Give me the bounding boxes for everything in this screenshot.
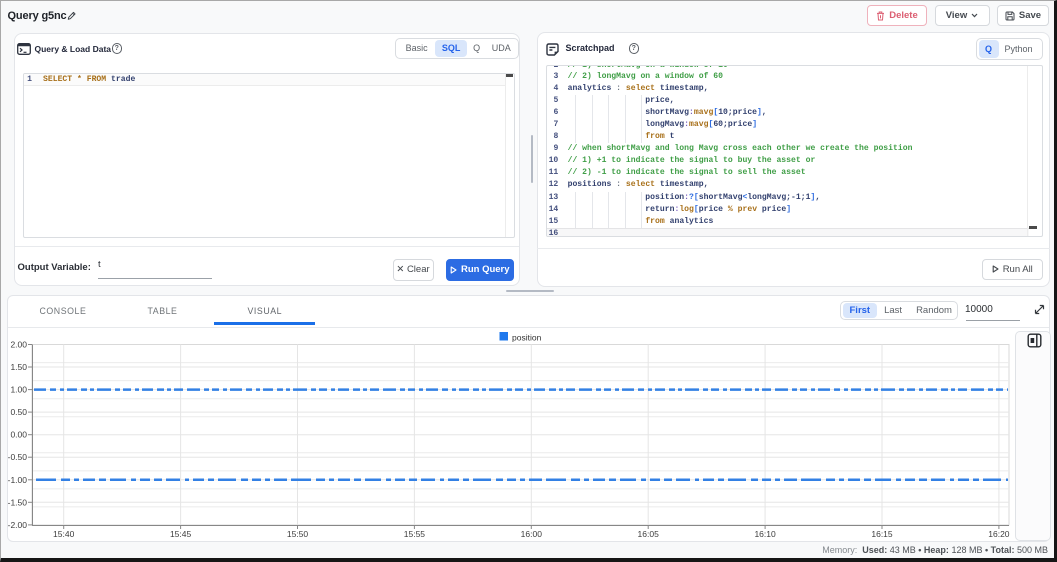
svg-text:0.00: 0.00	[10, 430, 27, 440]
svg-text:1.50: 1.50	[10, 362, 27, 372]
svg-text:15:40: 15:40	[53, 529, 75, 539]
svg-text:-0.50: -0.50	[8, 452, 28, 462]
svg-text:-1.50: -1.50	[8, 497, 28, 507]
svg-text:1.00: 1.00	[10, 385, 27, 395]
svg-text:16:00: 16:00	[521, 529, 543, 539]
svg-text:16:15: 16:15	[871, 529, 893, 539]
svg-text:position: position	[512, 333, 542, 343]
svg-text:-1.00: -1.00	[8, 475, 28, 485]
svg-text:15:50: 15:50	[287, 529, 309, 539]
svg-text:16:20: 16:20	[988, 529, 1010, 539]
svg-text:2.00: 2.00	[10, 340, 27, 350]
svg-text:-2.00: -2.00	[8, 520, 28, 530]
svg-text:15:45: 15:45	[170, 529, 192, 539]
svg-text:16:10: 16:10	[754, 529, 776, 539]
svg-text:15:55: 15:55	[404, 529, 426, 539]
svg-text:0.50: 0.50	[10, 407, 27, 417]
svg-text:16:05: 16:05	[638, 529, 660, 539]
